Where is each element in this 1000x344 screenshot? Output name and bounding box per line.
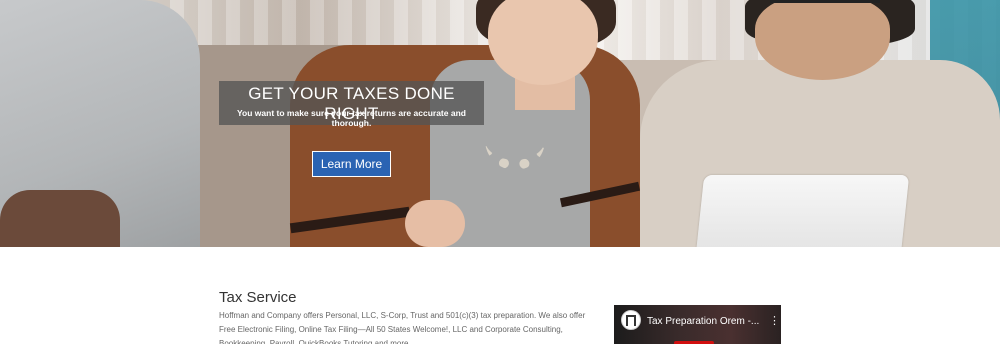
video-embed[interactable]: Tax Preparation Orem -... ⋮	[614, 305, 781, 344]
hero-banner: GET YOUR TAXES DONE RIGHT You want to ma…	[0, 0, 1000, 247]
more-vertical-icon[interactable]: ⋮	[769, 314, 780, 327]
channel-logo-icon[interactable]	[621, 310, 641, 330]
hero-subtitle: You want to make sure your tax returns a…	[237, 108, 466, 128]
section-body: Hoffman and Company offers Personal, LLC…	[219, 311, 586, 344]
section-heading: Tax Service	[219, 289, 297, 306]
learn-more-button[interactable]: Learn More	[312, 151, 391, 177]
video-title[interactable]: Tax Preparation Orem -...	[647, 316, 759, 327]
